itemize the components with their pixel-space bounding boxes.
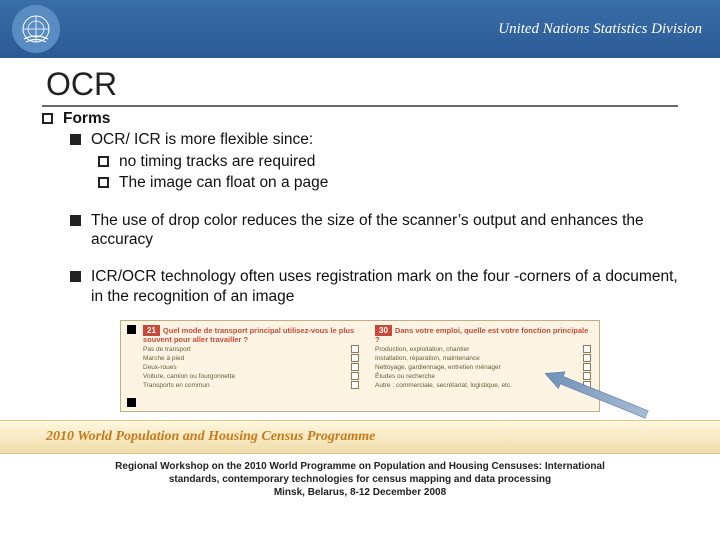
bullet-level3: The image can float on a page [98, 173, 678, 192]
solid-square-bullet-icon [70, 271, 81, 282]
hollow-square-bullet-icon [98, 156, 109, 167]
footer-line: Minsk, Belarus, 8-12 December 2008 [40, 486, 680, 499]
footer-text: Regional Workshop on the 2010 World Prog… [0, 460, 720, 499]
form-question-col: 21Quel mode de transport principal utili… [121, 321, 367, 411]
header-title: United Nations Statistics Division [498, 21, 702, 38]
bullet-text: OCR/ ICR is more flexible since: [91, 130, 313, 149]
form-option-label: Transports en commun [143, 382, 210, 389]
footer-line: standards, contemporary technologies for… [40, 473, 680, 486]
bullet-text: no timing tracks are required [119, 152, 315, 171]
title-underline [42, 105, 678, 107]
checkbox-icon [583, 345, 591, 353]
form-option-label: Voiture, camion ou fourgonnette [143, 373, 235, 380]
form-question-col: 30Dans votre emploi, quelle est votre fo… [367, 321, 599, 411]
hollow-square-bullet-icon [98, 177, 109, 188]
question-text: Quel mode de transport principal utilise… [143, 326, 354, 344]
solid-square-bullet-icon [70, 215, 81, 226]
bullet-text: The image can float on a page [119, 173, 328, 192]
checkbox-icon [351, 354, 359, 362]
programme-banner: 2010 World Population and Housing Census… [0, 420, 720, 454]
bullet-level2: The use of drop color reduces the size o… [70, 211, 678, 250]
solid-square-bullet-icon [70, 134, 81, 145]
form-option-label: Pas de transport [143, 346, 191, 353]
form-option-label: Marche à pied [143, 355, 184, 362]
sample-form-image: 21Quel mode de transport principal utili… [120, 320, 600, 412]
bullet-text: ICR/OCR technology often uses registrati… [91, 267, 678, 306]
hollow-square-bullet-icon [42, 113, 53, 124]
question-text: Dans votre emploi, quelle est votre fonc… [375, 326, 588, 344]
form-option-label: Deux-roues [143, 364, 177, 371]
bullet-level2: OCR/ ICR is more flexible since: [70, 130, 678, 149]
un-emblem-icon [12, 5, 60, 53]
header-bar: United Nations Statistics Division [0, 0, 720, 58]
bullet-level1: Forms [42, 109, 678, 128]
checkbox-icon [583, 354, 591, 362]
form-option-label: Nettoyage, gardiennage, entretien ménage… [375, 364, 501, 371]
bullet-text: Forms [63, 109, 110, 128]
bullet-level3: no timing tracks are required [98, 152, 678, 171]
checkbox-icon [351, 363, 359, 371]
form-option-label: Études ou recherche [375, 373, 435, 380]
form-option-label: Production, exploitation, chantier [375, 346, 469, 353]
form-option-label: Installation, réparation, maintenance [375, 355, 480, 362]
slide-content: OCR Forms OCR/ ICR is more flexible sinc… [0, 58, 720, 412]
form-option-label: Autre : commerciale, secrétariat, logist… [375, 382, 512, 389]
checkbox-icon [351, 372, 359, 380]
checkbox-icon [583, 363, 591, 371]
slide-title: OCR [46, 66, 678, 103]
checkbox-icon [351, 381, 359, 389]
checkbox-icon [351, 345, 359, 353]
bullet-level2: ICR/OCR technology often uses registrati… [70, 267, 678, 306]
footer-line: Regional Workshop on the 2010 World Prog… [40, 460, 680, 473]
banner-text: 2010 World Population and Housing Census… [46, 429, 375, 445]
bullet-text: The use of drop color reduces the size o… [91, 211, 678, 250]
